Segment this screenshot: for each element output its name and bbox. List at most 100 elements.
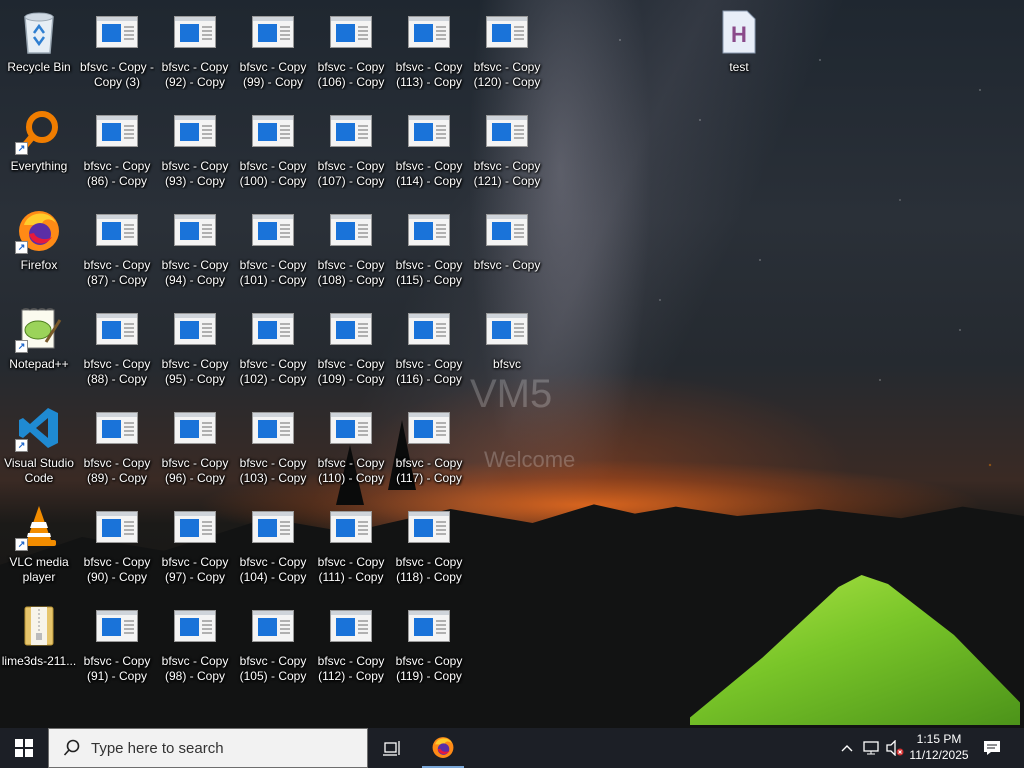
exe-glyph [249,107,297,155]
icon-label: bfsvc - Copy (108) - Copy [317,258,385,287]
vlc-shortcut[interactable]: ↗ VLC media player [1,501,77,593]
bfsvc-file-icon[interactable]: bfsvc - Copy (88) - Copy [79,303,155,395]
bfsvc-file-icon[interactable]: bfsvc - Copy (106) - Copy [313,6,389,98]
icon-label: Recycle Bin [7,60,71,74]
bfsvc-file-icon[interactable]: bfsvc - Copy (116) - Copy [391,303,467,395]
bfsvc-file-icon[interactable]: bfsvc - Copy (113) - Copy [391,6,467,98]
bfsvc-file-icon[interactable]: bfsvc - Copy (94) - Copy [157,204,233,296]
icon-label: bfsvc - Copy (107) - Copy [317,159,385,188]
vscode-shortcut[interactable]: ↗ Visual Studio Code [1,402,77,494]
application-icon [330,511,372,543]
exe-glyph [93,206,141,254]
show-hidden-icons-button[interactable] [836,728,858,768]
icon-label: test [729,60,749,74]
exe-glyph [405,404,453,452]
bfsvc-file-icon[interactable]: bfsvc - Copy (102) - Copy [235,303,311,395]
bfsvc-file-icon[interactable]: bfsvc - Copy (114) - Copy [391,105,467,197]
bfsvc-file-icon[interactable]: bfsvc - Copy (119) - Copy [391,600,467,692]
bfsvc-file-icon[interactable]: bfsvc - Copy [469,204,545,296]
shortcut-arrow-icon: ↗ [15,241,28,254]
network-icon [863,741,879,755]
lime3ds-folder[interactable]: lime3ds-211... [1,600,77,692]
clock[interactable]: 1:15 PM 11/12/2025 [908,731,970,763]
bfsvc-file-icon[interactable]: bfsvc - Copy (109) - Copy [313,303,389,395]
exe-glyph [483,305,531,353]
bfsvc-file-icon[interactable]: bfsvc - Copy (87) - Copy [79,204,155,296]
bfsvc-file-icon[interactable]: bfsvc - Copy (98) - Copy [157,600,233,692]
exe-glyph [327,305,375,353]
bfsvc-file-icon[interactable]: bfsvc - Copy (99) - Copy [235,6,311,98]
bfsvc-file-icon[interactable]: bfsvc - Copy (108) - Copy [313,204,389,296]
bfsvc-file-icon[interactable]: bfsvc - Copy (117) - Copy [391,402,467,494]
icon-label: bfsvc - Copy (103) - Copy [239,456,307,485]
task-view-icon [383,741,400,756]
bfsvc-file-icon[interactable]: bfsvc - Copy - Copy (3) [79,6,155,98]
exe-glyph [171,107,219,155]
application-icon [330,16,372,48]
firefox-shortcut[interactable]: ↗ Firefox [1,204,77,296]
bfsvc-file-icon[interactable]: bfsvc - Copy (86) - Copy [79,105,155,197]
application-icon [174,412,216,444]
vlc-glyph: ↗ [15,503,63,551]
exe-glyph [483,206,531,254]
bfsvc-file-icon[interactable]: bfsvc - Copy (100) - Copy [235,105,311,197]
test-file-glyph: H [715,8,763,56]
bfsvc-file-icon[interactable]: bfsvc - Copy (97) - Copy [157,501,233,593]
icon-label: bfsvc - Copy (95) - Copy [161,357,229,386]
notification-icon [984,741,1000,755]
icon-label: Notepad++ [9,357,69,371]
volume-button[interactable] [884,728,906,768]
exe-glyph [249,8,297,56]
application-icon [486,16,528,48]
exe-glyph [93,602,141,650]
bfsvc-file-icon[interactable]: bfsvc - Copy (115) - Copy [391,204,467,296]
bfsvc-file-icon[interactable]: bfsvc - Copy (107) - Copy [313,105,389,197]
network-button[interactable] [860,728,882,768]
application-icon [330,115,372,147]
exe-glyph [249,602,297,650]
bfsvc-file-icon[interactable]: bfsvc - Copy (104) - Copy [235,501,311,593]
exe-glyph [327,107,375,155]
exe-glyph [171,305,219,353]
taskbar-firefox-button[interactable] [422,728,464,768]
search-box[interactable]: Type here to search [48,728,368,768]
everything-shortcut[interactable]: ↗ Everything [1,105,77,197]
bfsvc-file-icon[interactable]: bfsvc - Copy (95) - Copy [157,303,233,395]
application-icon [408,610,450,642]
bfsvc-file-icon[interactable]: bfsvc - Copy (93) - Copy [157,105,233,197]
test-file-icon[interactable]: H test [701,6,777,98]
bfsvc-file-icon[interactable]: bfsvc - Copy (112) - Copy [313,600,389,692]
icon-label: bfsvc - Copy (118) - Copy [395,555,463,584]
bfsvc-file-icon[interactable]: bfsvc - Copy (89) - Copy [79,402,155,494]
bfsvc-file-icon[interactable]: bfsvc - Copy (91) - Copy [79,600,155,692]
start-button[interactable] [0,728,48,768]
bfsvc-file-icon[interactable]: bfsvc - Copy (92) - Copy [157,6,233,98]
bfsvc-file-icon[interactable]: bfsvc - Copy (120) - Copy [469,6,545,98]
shortcut-arrow-icon: ↗ [15,340,28,353]
exe-glyph [93,8,141,56]
icon-label: bfsvc - Copy (100) - Copy [239,159,307,188]
recycle-bin-icon[interactable]: Recycle Bin [1,6,77,98]
icon-label: bfsvc - Copy (109) - Copy [317,357,385,386]
firefox-glyph: ↗ [15,206,63,254]
bfsvc-file-icon[interactable]: bfsvc - Copy (90) - Copy [79,501,155,593]
bfsvc-file-icon[interactable]: bfsvc [469,303,545,395]
bfsvc-file-icon[interactable]: bfsvc - Copy (118) - Copy [391,501,467,593]
bfsvc-file-icon[interactable]: bfsvc - Copy (103) - Copy [235,402,311,494]
application-icon [408,214,450,246]
bfsvc-file-icon[interactable]: bfsvc - Copy (105) - Copy [235,600,311,692]
bfsvc-file-icon[interactable]: bfsvc - Copy (101) - Copy [235,204,311,296]
notification-center-button[interactable] [978,728,1006,768]
exe-glyph [171,602,219,650]
bfsvc-file-icon[interactable]: bfsvc - Copy (110) - Copy [313,402,389,494]
icon-label: bfsvc - Copy (120) - Copy [473,60,541,89]
task-view-button[interactable] [372,728,412,768]
notepadpp-glyph: ↗ [15,305,63,353]
desktop[interactable]: VM5 Welcome Recycle Bin ↗ Everything ↗ F… [0,0,1024,728]
bfsvc-file-icon[interactable]: bfsvc - Copy (96) - Copy [157,402,233,494]
application-icon [252,313,294,345]
bfsvc-file-icon[interactable]: bfsvc - Copy (111) - Copy [313,501,389,593]
bfsvc-file-icon[interactable]: bfsvc - Copy (121) - Copy [469,105,545,197]
application-icon [330,313,372,345]
notepadpp-shortcut[interactable]: ↗ Notepad++ [1,303,77,395]
